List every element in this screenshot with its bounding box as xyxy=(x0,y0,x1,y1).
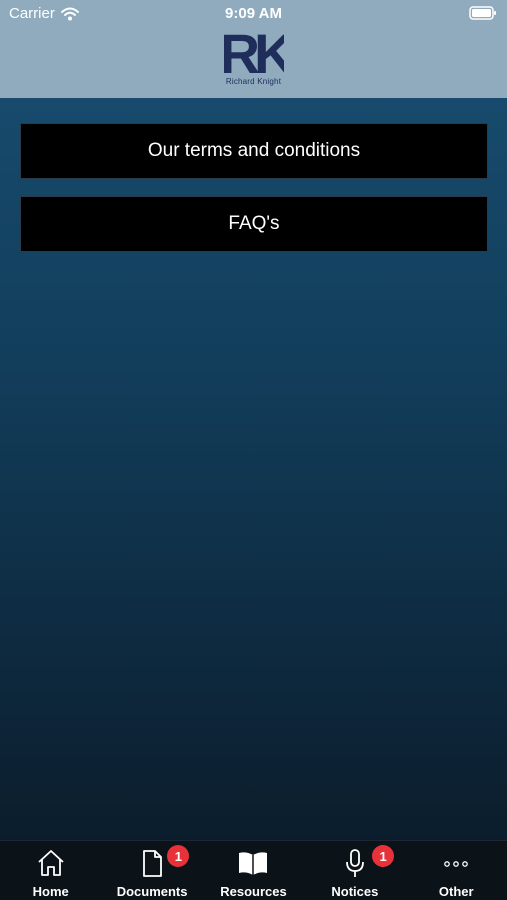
main-content: Our terms and conditions FAQ's xyxy=(0,98,507,840)
notices-badge: 1 xyxy=(372,845,395,867)
microphone-icon xyxy=(345,849,364,877)
logo-text: Richard Knight xyxy=(225,77,282,86)
tab-other-label: Other xyxy=(438,884,474,899)
tab-resources-label: Resources xyxy=(220,884,287,899)
home-icon xyxy=(38,850,64,876)
tab-documents-label: Documents xyxy=(116,884,188,899)
battery-icon xyxy=(469,6,497,24)
tab-notices-label: Notices xyxy=(331,884,379,899)
app-header: Carrier 9:09 AM RK Richard Knight xyxy=(0,0,507,98)
brand-logo: RK Richard Knight xyxy=(0,26,507,90)
svg-text:RK: RK xyxy=(224,26,284,78)
faqs-button[interactable]: FAQ's xyxy=(20,196,488,252)
tab-home[interactable]: Home xyxy=(0,841,101,900)
tab-documents[interactable]: 1 Documents xyxy=(101,841,202,900)
more-icon xyxy=(444,861,469,867)
book-icon xyxy=(239,852,268,875)
tab-notices[interactable]: 1 Notices xyxy=(304,841,405,900)
status-time: 9:09 AM xyxy=(225,5,282,22)
tab-bar: Home 1 Documents Resources 1 Notices Oth… xyxy=(0,840,507,900)
terms-and-conditions-label: Our terms and conditions xyxy=(147,140,361,161)
document-icon xyxy=(143,850,162,877)
faqs-label: FAQ's xyxy=(228,213,280,234)
status-bar: Carrier 9:09 AM xyxy=(0,0,507,28)
terms-and-conditions-button[interactable]: Our terms and conditions xyxy=(20,123,488,179)
tab-home-label: Home xyxy=(32,884,69,899)
tab-other[interactable]: Other xyxy=(406,841,507,900)
rk-logo-mark: RK xyxy=(224,26,284,78)
tab-resources[interactable]: Resources xyxy=(203,841,304,900)
